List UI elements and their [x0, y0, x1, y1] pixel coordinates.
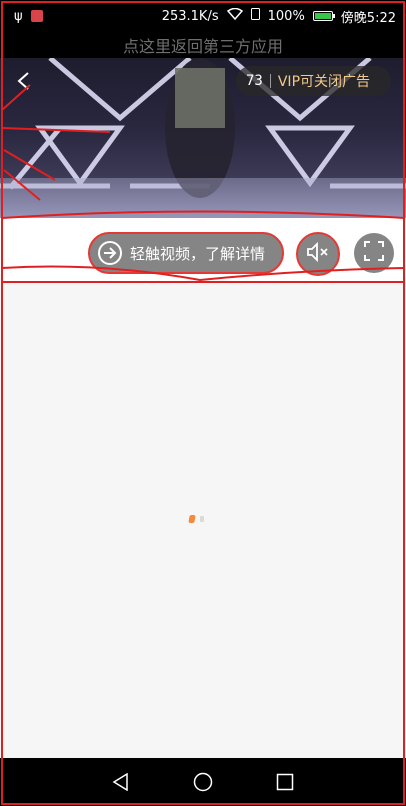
- navigation-bar: [0, 758, 406, 806]
- wifi-icon: [226, 7, 243, 24]
- sim-icon: [250, 8, 260, 24]
- fullscreen-button[interactable]: [354, 233, 394, 273]
- triangle-back-icon: [112, 773, 128, 791]
- back-arrow-icon[interactable]: [16, 72, 40, 96]
- ad-countdown-pill[interactable]: 73 VIP可关闭广告: [236, 66, 391, 96]
- mute-button[interactable]: [296, 232, 340, 276]
- circle-home-icon: [193, 772, 213, 792]
- status-left: ψ: [14, 9, 43, 24]
- nav-recents-button[interactable]: [273, 770, 297, 794]
- video-player[interactable]: 73 VIP可关闭广告: [0, 58, 406, 218]
- ad-countdown: 73: [246, 73, 263, 89]
- network-speed: 253.1K/s: [161, 8, 219, 24]
- learn-more-label: 轻触视频，了解详情: [130, 244, 266, 263]
- speaker-muted-icon: [306, 241, 330, 266]
- fullscreen-icon: [364, 241, 384, 265]
- usb-icon: ψ: [14, 8, 23, 24]
- arrow-right-circle-icon: [98, 241, 122, 265]
- return-to-app-label: 点这里返回第三方应用: [122, 37, 283, 56]
- clock: 傍晚5:22: [340, 10, 396, 26]
- nav-back-button[interactable]: [109, 770, 133, 794]
- status-bar: ψ 253.1K/s 100% 傍晚5:22: [0, 0, 406, 32]
- square-recents-icon: [276, 773, 294, 791]
- return-to-app-banner[interactable]: 点这里返回第三方应用: [0, 32, 406, 58]
- content-area: [0, 282, 406, 758]
- battery-percent: 100%: [267, 8, 305, 24]
- ad-divider: [269, 74, 271, 88]
- nav-home-button[interactable]: [191, 770, 215, 794]
- battery-icon: [312, 11, 335, 21]
- loading-spinner-icon: [188, 515, 205, 523]
- app-notification-icon: [30, 10, 43, 22]
- vip-close-ad-link[interactable]: VIP可关闭广告: [278, 71, 370, 91]
- status-right: 253.1K/s 100% 傍晚5:22: [162, 7, 396, 26]
- learn-more-button[interactable]: 轻触视频，了解详情: [88, 232, 284, 274]
